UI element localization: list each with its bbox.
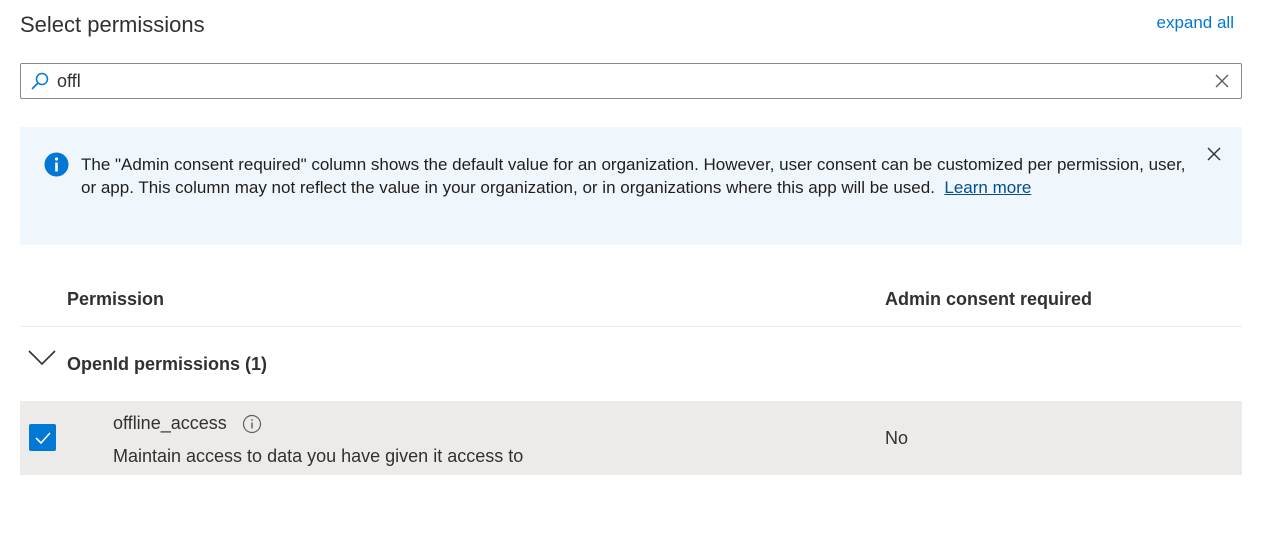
permission-checkbox[interactable]: [29, 424, 56, 451]
chevron-down-icon[interactable]: [28, 349, 60, 371]
dismiss-info-icon[interactable]: [1204, 144, 1224, 164]
search-box: [20, 63, 1242, 99]
table-row[interactable]: offline_access Maintain access to data y…: [20, 401, 1242, 475]
search-input[interactable]: [51, 64, 1212, 98]
column-header-permission: Permission: [67, 289, 165, 309]
learn-more-link[interactable]: Learn more: [944, 178, 1031, 197]
table-header: Permission Admin consent required: [20, 276, 1242, 327]
permission-group-label[interactable]: OpenId permissions (1): [67, 354, 267, 375]
info-circle-icon[interactable]: [242, 414, 262, 434]
permission-group-row[interactable]: OpenId permissions (1): [20, 327, 1242, 400]
clear-search-icon[interactable]: [1212, 71, 1232, 91]
info-icon: [44, 152, 69, 177]
page-title: Select permissions: [20, 12, 205, 37]
expand-all-link[interactable]: expand all: [1156, 13, 1234, 33]
permission-name: offline_access: [113, 413, 227, 433]
info-message-bar: The "Admin consent required" column show…: [20, 127, 1242, 245]
admin-consent-value: No: [885, 428, 909, 448]
search-icon: [29, 70, 51, 92]
column-header-admin-consent: Admin consent required: [885, 289, 1093, 309]
permission-description: Maintain access to data you have given i…: [113, 446, 524, 466]
info-message-text: The "Admin consent required" column show…: [81, 153, 1191, 199]
checkmark-icon: [34, 431, 51, 444]
